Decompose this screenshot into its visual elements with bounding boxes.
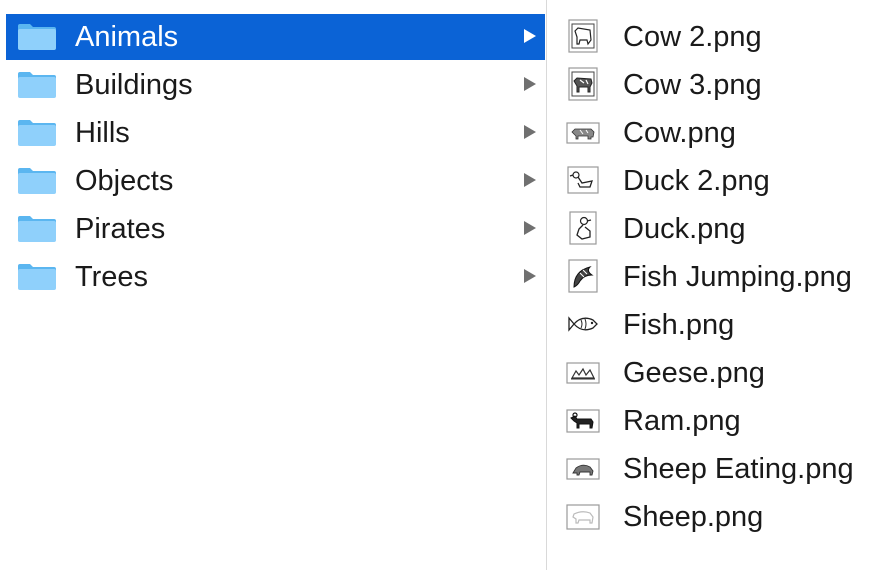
fish-thumbnail-icon <box>568 316 598 332</box>
file-label: Fish Jumping.png <box>623 261 852 293</box>
folder-row-trees[interactable]: Trees <box>6 254 545 300</box>
folder-icon <box>18 72 56 98</box>
folder-icon <box>18 216 56 242</box>
folder-label: Buildings <box>75 69 193 101</box>
file-row-cow-2[interactable]: Cow 2.png <box>547 14 895 60</box>
folder-row-hills[interactable]: Hills <box>6 110 545 156</box>
folder-label: Objects <box>75 165 174 197</box>
folder-label: Pirates <box>75 213 166 245</box>
chevron-right-icon <box>524 125 536 139</box>
file-row-fish-jumping[interactable]: Fish Jumping.png <box>547 254 895 300</box>
file-label: Duck.png <box>623 213 746 245</box>
duck-thumbnail-icon <box>569 211 597 245</box>
file-label: Ram.png <box>623 405 741 437</box>
file-row-geese[interactable]: Geese.png <box>547 350 895 396</box>
file-label: Cow 3.png <box>623 69 762 101</box>
chevron-right-icon <box>524 29 536 43</box>
file-label: Cow.png <box>623 117 736 149</box>
folder-row-objects[interactable]: Objects <box>6 158 545 204</box>
folder-label: Animals <box>75 21 179 53</box>
file-label: Duck 2.png <box>623 165 770 197</box>
folder-icon <box>18 120 56 146</box>
file-column[interactable]: Cow 2.png Cow 3.png Cow.png Duck 2.png D… <box>547 0 895 570</box>
folder-icon <box>18 168 56 194</box>
chevron-right-icon <box>524 221 536 235</box>
cow-thumbnail-icon <box>568 67 598 101</box>
file-row-fish[interactable]: Fish.png <box>547 302 895 348</box>
file-row-sheep[interactable]: Sheep.png <box>547 494 895 540</box>
folder-icon <box>18 264 56 290</box>
cow-thumbnail-icon <box>566 122 600 144</box>
finder-column-view: Animals Buildings Hills Objects Pirates … <box>0 0 895 570</box>
duck-thumbnail-icon <box>567 166 599 194</box>
file-row-ram[interactable]: Ram.png <box>547 398 895 444</box>
file-row-duck[interactable]: Duck.png <box>547 206 895 252</box>
file-row-sheep-eating[interactable]: Sheep Eating.png <box>547 446 895 492</box>
folder-row-buildings[interactable]: Buildings <box>6 62 545 108</box>
chevron-right-icon <box>524 77 536 91</box>
file-label: Sheep.png <box>623 501 764 533</box>
chevron-right-icon <box>524 173 536 187</box>
file-label: Fish.png <box>623 309 735 341</box>
cow-thumbnail-icon <box>568 19 598 53</box>
geese-thumbnail-icon <box>566 362 600 384</box>
file-row-cow-3[interactable]: Cow 3.png <box>547 62 895 108</box>
chevron-right-icon <box>524 269 536 283</box>
folder-label: Trees <box>75 261 149 293</box>
folder-icon <box>18 24 56 50</box>
file-row-cow[interactable]: Cow.png <box>547 110 895 156</box>
sheep-thumbnail-icon <box>566 504 600 530</box>
folder-row-animals[interactable]: Animals <box>6 14 545 60</box>
file-row-duck-2[interactable]: Duck 2.png <box>547 158 895 204</box>
file-label: Geese.png <box>623 357 765 389</box>
folder-label: Hills <box>75 117 130 149</box>
sheep-eating-thumbnail-icon <box>566 458 600 480</box>
fish-jumping-thumbnail-icon <box>568 259 598 293</box>
file-label: Cow 2.png <box>623 21 762 53</box>
folder-row-pirates[interactable]: Pirates <box>6 206 545 252</box>
folder-column[interactable]: Animals Buildings Hills Objects Pirates … <box>0 0 546 570</box>
file-label: Sheep Eating.png <box>623 453 854 485</box>
ram-thumbnail-icon <box>566 409 600 433</box>
